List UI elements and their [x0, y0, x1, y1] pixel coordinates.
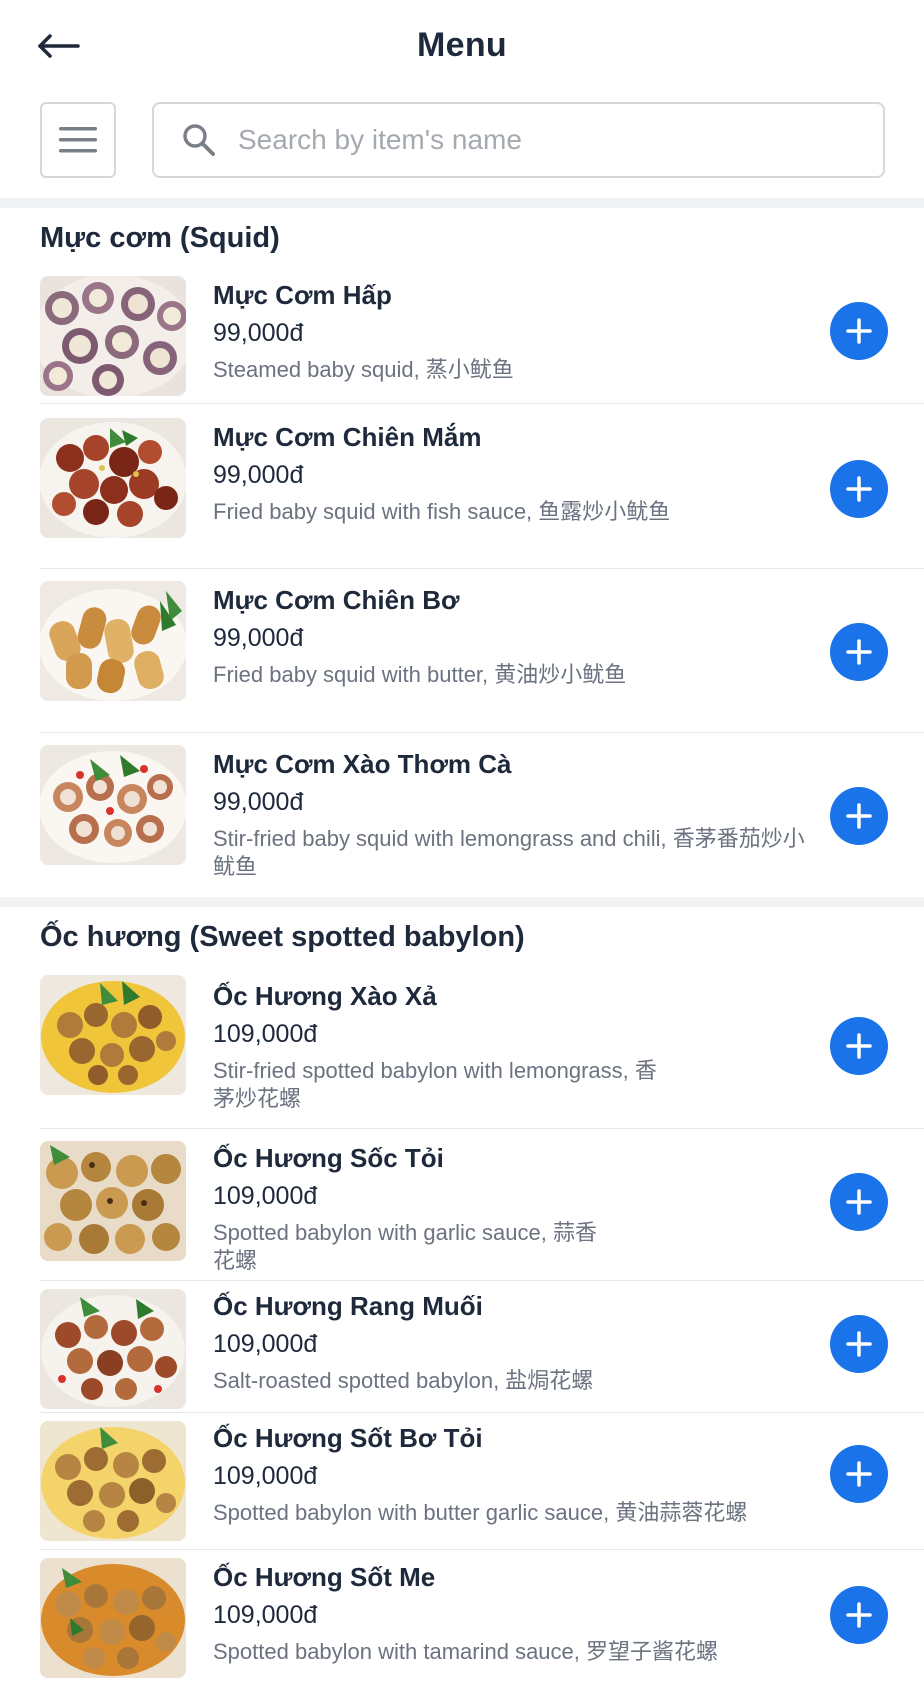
menu-item[interactable]: Ốc Hương Rang Muối 109,000đ Salt-roasted…: [40, 1281, 924, 1413]
item-name: Mực Cơm Xào Thơm Cà: [213, 749, 512, 779]
food-image: [40, 276, 186, 396]
plus-icon: [846, 318, 872, 344]
search-icon: [183, 124, 215, 156]
item-name: Ốc Hương Sốc Tỏi: [213, 1143, 444, 1173]
menu-item[interactable]: Ốc Hương Sốt Me 109,000đ Spotted babylon…: [40, 1550, 924, 1690]
category-menu-button[interactable]: [40, 102, 116, 178]
header: Menu: [0, 0, 924, 92]
item-price: 109,000đ: [213, 1020, 318, 1048]
item-description: Stir-fried baby squid with lemongrass an…: [213, 826, 805, 879]
item-description: Spotted babylon with butter garlic sauce…: [213, 1500, 748, 1525]
add-to-cart-button[interactable]: [830, 787, 888, 845]
menu-item[interactable]: Ốc Hương Xào Xả 109,000đ Stir-fried spot…: [40, 969, 924, 1129]
add-to-cart-button[interactable]: [830, 1586, 888, 1644]
plus-icon: [846, 1331, 872, 1357]
item-name: Mực Cơm Chiên Mắm: [213, 422, 482, 452]
item-description: Stir-fried spotted babylon with lemongra…: [213, 1058, 657, 1111]
item-description: Fried baby squid with fish sauce, 鱼露炒小鱿鱼: [213, 499, 671, 524]
item-name: Ốc Hương Sốt Me: [213, 1562, 436, 1592]
menu-item[interactable]: Ốc Hương Sốt Bơ Tỏi 109,000đ Spotted bab…: [40, 1413, 924, 1550]
food-image: [40, 1289, 186, 1409]
item-name: Mực Cơm Hấp: [213, 280, 392, 310]
section-divider: [0, 897, 924, 907]
food-image: [40, 1141, 186, 1261]
plus-icon: [846, 476, 872, 502]
toolbar: [0, 92, 924, 198]
page-title: Menu: [417, 26, 507, 64]
item-price: 99,000đ: [213, 788, 304, 816]
plus-icon: [846, 1189, 872, 1215]
item-description: Spotted babylon with garlic sauce, 蒜香花螺: [213, 1220, 597, 1273]
plus-icon: [846, 803, 872, 829]
add-to-cart-button[interactable]: [830, 1173, 888, 1231]
menu-item[interactable]: Mực Cơm Hấp 99,000đ Steamed baby squid, …: [40, 270, 924, 404]
item-price: 99,000đ: [213, 461, 304, 489]
item-price: 99,000đ: [213, 319, 304, 347]
add-to-cart-button[interactable]: [830, 1445, 888, 1503]
item-description: Spotted babylon with tamarind sauce, 罗望子…: [213, 1639, 719, 1664]
item-price: 109,000đ: [213, 1182, 318, 1210]
add-to-cart-button[interactable]: [830, 460, 888, 518]
food-image: [40, 418, 186, 538]
item-price: 109,000đ: [213, 1462, 318, 1490]
add-to-cart-button[interactable]: [830, 1017, 888, 1075]
item-name: Ốc Hương Xào Xả: [213, 981, 437, 1011]
search-box: [152, 102, 885, 178]
item-price: 109,000đ: [213, 1601, 318, 1629]
plus-icon: [846, 639, 872, 665]
menu-item[interactable]: Mực Cơm Chiên Mắm 99,000đ Fried baby squ…: [40, 404, 924, 569]
menu-item[interactable]: Mực Cơm Xào Thơm Cà 99,000đ Stir-fried b…: [40, 733, 924, 897]
item-name: Ốc Hương Sốt Bơ Tỏi: [213, 1423, 483, 1453]
category-squid: Mực cơm (Squid) Mực Cơm Hấp 99,000đ Stea…: [0, 208, 924, 897]
add-to-cart-button[interactable]: [830, 302, 888, 360]
menu-item[interactable]: Mực Cơm Chiên Bơ 99,000đ Fried baby squi…: [40, 569, 924, 733]
food-image: [40, 975, 186, 1095]
menu-item[interactable]: Ốc Hương Sốc Tỏi 109,000đ Spotted babylo…: [40, 1129, 924, 1281]
category-title: Ốc hương (Sweet spotted babylon): [40, 921, 525, 953]
category-title: Mực cơm (Squid): [40, 222, 280, 254]
section-divider: [0, 198, 924, 208]
food-image: [40, 745, 186, 865]
food-image: [40, 1421, 186, 1541]
plus-icon: [846, 1461, 872, 1487]
item-description: Fried baby squid with butter, 黄油炒小鱿鱼: [213, 662, 627, 687]
search-input[interactable]: [238, 124, 878, 156]
plus-icon: [846, 1033, 872, 1059]
food-image: [40, 1558, 186, 1678]
plus-icon: [846, 1602, 872, 1628]
category-spotted-babylon: Ốc hương (Sweet spotted babylon) Ốc Hươn…: [0, 907, 924, 1690]
item-name: Ốc Hương Rang Muối: [213, 1291, 483, 1321]
add-to-cart-button[interactable]: [830, 1315, 888, 1373]
item-name: Mực Cơm Chiên Bơ: [213, 585, 460, 615]
add-to-cart-button[interactable]: [830, 623, 888, 681]
item-description: Salt-roasted spotted babylon, 盐焗花螺: [213, 1368, 594, 1393]
item-price: 109,000đ: [213, 1330, 318, 1358]
item-description: Steamed baby squid, 蒸小鱿鱼: [213, 357, 514, 382]
food-image: [40, 581, 186, 701]
hamburger-icon: [59, 127, 97, 153]
item-price: 99,000đ: [213, 624, 304, 652]
